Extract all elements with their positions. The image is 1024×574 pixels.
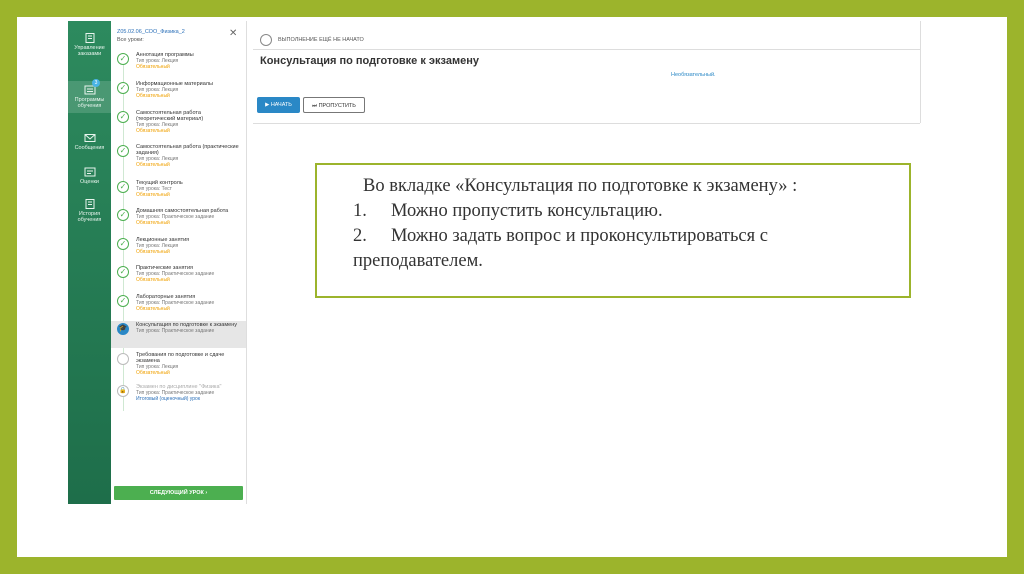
callout-item: 2. Можно задать вопрос и проконсультирова… xyxy=(353,226,768,271)
notification-badge: 3 xyxy=(92,79,100,87)
lesson-item[interactable]: ✓ Практические занятия Тип урока: Практич… xyxy=(111,264,246,292)
check-icon: ✓ xyxy=(117,53,129,65)
course-link[interactable]: Z05.02.06_СОО_Физика_2 xyxy=(117,29,185,35)
optional-label: Необязательный. xyxy=(671,72,716,78)
callout-item: 1. Можно пропустить консультацию. xyxy=(353,201,663,221)
lesson-item[interactable]: ✓ Самостоятельная работа (практические з… xyxy=(111,143,246,177)
status-text: ВЫПОЛНЕНИЕ ЕЩЁ НЕ НАЧАТО xyxy=(278,37,364,43)
lesson-required: Обязательный xyxy=(136,162,170,168)
nav-item-grades[interactable]: Оценки xyxy=(68,167,111,185)
grades-icon xyxy=(84,167,95,177)
divider xyxy=(920,21,921,123)
lesson-required: Обязательный xyxy=(136,277,170,283)
check-icon: ✓ xyxy=(117,266,129,278)
nav-item-messages[interactable]: Сообщения xyxy=(68,133,111,151)
lesson-required: Обязательный xyxy=(136,306,170,312)
lesson-item[interactable]: · Требования по подготовке и сдаче экзам… xyxy=(111,351,246,381)
check-icon: ✓ xyxy=(117,295,129,307)
lesson-title: Требования по подготовке и сдаче экзамен… xyxy=(136,352,225,364)
lesson-title: Самостоятельная работа (теоретический ма… xyxy=(136,110,204,122)
all-lessons-label: Все уроки: xyxy=(117,37,144,43)
lesson-required: Обязательный xyxy=(136,64,170,70)
lesson-required: Обязательный xyxy=(136,93,170,99)
nav-item-programs[interactable]: 3 Программы обучения xyxy=(68,79,111,113)
lesson-item[interactable]: ✓ Информационные материалы Тип урока: Лек… xyxy=(111,80,246,108)
lesson-item[interactable]: ✓ Самостоятельная работа (теоретический … xyxy=(111,109,246,143)
lesson-item[interactable]: ✓ Домашняя самостоятельная работа Тип уро… xyxy=(111,207,246,235)
nav-item-orders[interactable]: Управление заказами xyxy=(68,33,111,57)
lesson-content: ВЫПОЛНЕНИЕ ЕЩЁ НЕ НАЧАТО Консультация по… xyxy=(253,21,920,124)
callout-intro: Во вкладке «Консультация по подготовке к… xyxy=(363,176,798,196)
nav-label: Сообщения xyxy=(74,145,105,151)
lesson-item[interactable]: ✓ Лабораторные занятия Тип урока: Практич… xyxy=(111,293,246,321)
close-icon[interactable]: ✕ xyxy=(229,29,237,39)
check-icon: ✓ xyxy=(117,82,129,94)
check-icon: ✓ xyxy=(117,209,129,221)
nav-label: Программы обучения xyxy=(74,97,105,109)
lesson-type: Тип урока: Практическое задание xyxy=(136,328,215,334)
start-button[interactable]: ▶ НАЧАТЬ xyxy=(257,97,300,113)
lesson-required: Обязательный xyxy=(136,192,170,198)
left-nav: Управление заказами 3 Программы обучения… xyxy=(68,21,111,504)
slide: Управление заказами 3 Программы обучения… xyxy=(17,17,1007,557)
lesson-item-locked[interactable]: 🔒 Экзамен по дисциплине "Физика" Тип урок… xyxy=(111,383,246,411)
graduation-cap-icon: 🎓 xyxy=(117,323,129,335)
lesson-item[interactable]: ✓ Аннотация программы Тип урока: Лекция Об… xyxy=(111,51,246,79)
lock-icon: 🔒 xyxy=(117,385,129,397)
next-lesson-button[interactable]: СЛЕДУЮЩИЙ УРОК › xyxy=(114,486,243,500)
lesson-item[interactable]: ✓ Лекционные занятия Тип урока: Лекция Обя… xyxy=(111,236,246,264)
lesson-required: Обязательный xyxy=(136,128,170,134)
nav-label: Управление заказами xyxy=(74,45,105,57)
nav-label: Оценки xyxy=(80,179,99,185)
orders-icon xyxy=(85,33,94,43)
lesson-required: Обязательный xyxy=(136,249,170,255)
lesson-required: Обязательный xyxy=(136,370,170,376)
lesson-final: Итоговый (оценочный) урок xyxy=(136,396,201,402)
status-circle-icon xyxy=(260,34,272,46)
callout-box: Во вкладке «Консультация по подготовке к… xyxy=(315,163,911,298)
lesson-item-current[interactable]: 🎓 Консультация по подготовке к экзамену Т… xyxy=(111,321,246,348)
nav-label: История обучения xyxy=(77,211,102,223)
divider xyxy=(253,49,920,50)
lesson-item[interactable]: ✓ Текущий контроль Тип урока: Тест Обязате… xyxy=(111,179,246,207)
lesson-title: Самостоятельная работа (практические зад… xyxy=(136,144,239,156)
lesson-list-panel: Z05.02.06_СОО_Физика_2 Все уроки: ✕ ✓ Ан… xyxy=(111,21,247,504)
history-icon xyxy=(85,199,94,209)
check-icon: ✓ xyxy=(117,145,129,157)
skip-button[interactable]: ⏭ ПРОПУСТИТЬ xyxy=(303,97,365,113)
nav-item-history[interactable]: История обучения xyxy=(68,199,111,223)
lesson-required: Обязательный xyxy=(136,220,170,226)
empty-circle-icon: · xyxy=(117,353,129,365)
page-title: Консультация по подготовке к экзамену xyxy=(260,55,479,67)
check-icon: ✓ xyxy=(117,181,129,193)
check-icon: ✓ xyxy=(117,238,129,250)
mail-icon xyxy=(84,134,95,142)
check-icon: ✓ xyxy=(117,111,129,123)
